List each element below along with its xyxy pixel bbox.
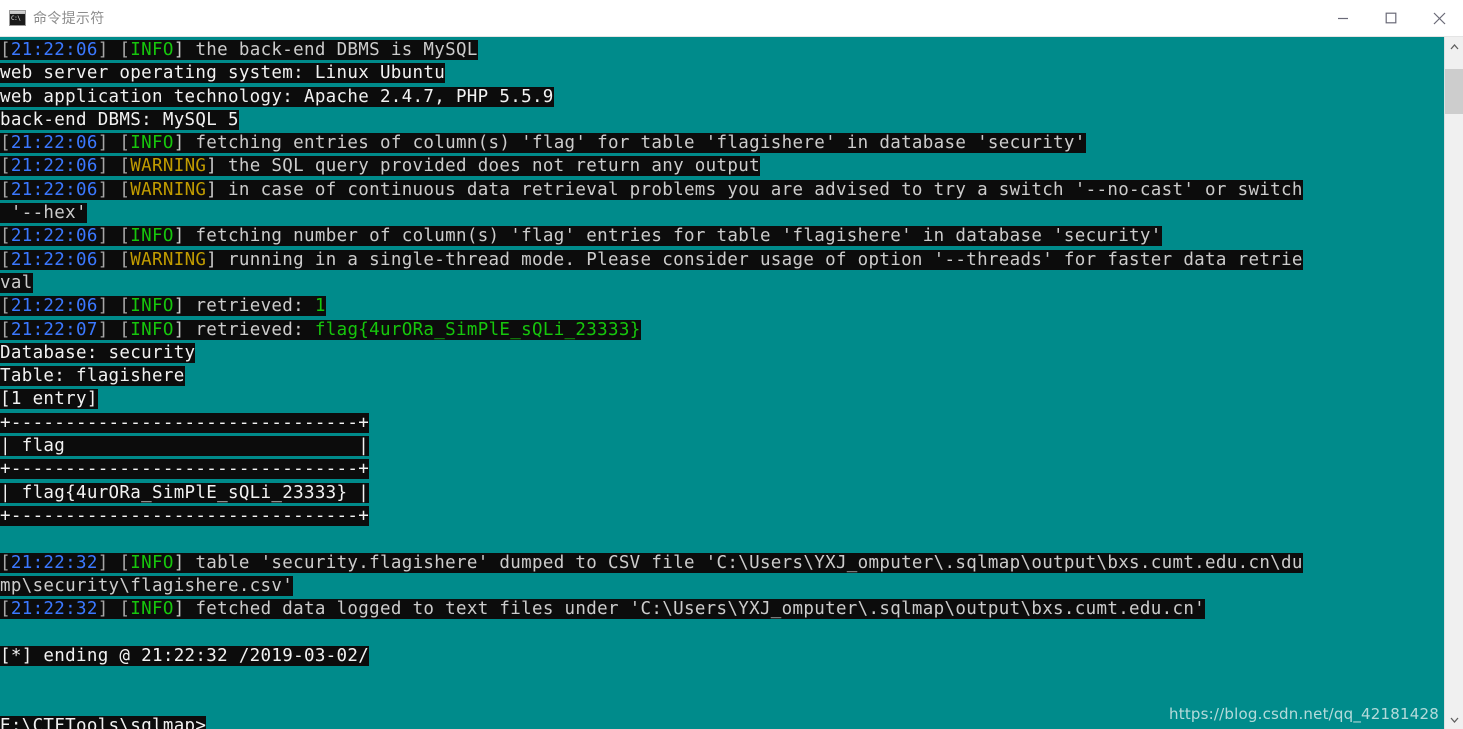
console-line: '--hex' bbox=[0, 202, 1444, 225]
console-line: [21:22:32] [INFO] table 'security.flagis… bbox=[0, 552, 1444, 575]
console-line-text: [21:22:06] [WARNING] the SQL query provi… bbox=[0, 156, 760, 177]
window-controls bbox=[1319, 0, 1463, 37]
console-line-text: +--------------------------------+ bbox=[0, 505, 370, 526]
console-line: [21:22:06] [INFO] fetching entries of co… bbox=[0, 132, 1444, 155]
console-line-text: | flag | bbox=[0, 436, 370, 457]
console-line-text: [21:22:06] [WARNING] running in a single… bbox=[0, 249, 1303, 270]
console-line-text: [21:22:06] [INFO] the back-end DBMS is M… bbox=[0, 40, 478, 60]
console-line-text: E:\CTFTools\sqlmap> bbox=[0, 715, 207, 729]
console-line: [1 entry] bbox=[0, 388, 1444, 411]
console-line-text: [*] ending @ 21:22:32 /2019-03-02/ bbox=[0, 645, 370, 666]
console-line: [21:22:06] [WARNING] running in a single… bbox=[0, 249, 1444, 272]
maximize-button[interactable] bbox=[1367, 0, 1415, 37]
window-title: 命令提示符 bbox=[33, 11, 105, 27]
console-line: [21:22:06] [WARNING] the SQL query provi… bbox=[0, 155, 1444, 178]
console-line-text: +--------------------------------+ bbox=[0, 459, 370, 480]
console-line-text: [1 entry] bbox=[0, 389, 98, 410]
console-line-text: val bbox=[0, 272, 33, 293]
console-scrollbar[interactable] bbox=[1444, 37, 1463, 729]
console-line: [21:22:07] [INFO] retrieved: flag{4urORa… bbox=[0, 319, 1444, 342]
scroll-down-arrow[interactable] bbox=[1445, 710, 1463, 729]
console-line: | flag{4urORa_SimPlE_sQLi_23333} | bbox=[0, 482, 1444, 505]
close-icon bbox=[1433, 12, 1445, 24]
watermark: https://blog.csdn.net/qq_42181428 bbox=[1169, 705, 1439, 723]
scroll-thumb[interactable] bbox=[1445, 69, 1463, 114]
console-line: Database: security bbox=[0, 342, 1444, 365]
console-line-text: [21:22:06] [INFO] fetching number of col… bbox=[0, 226, 1162, 247]
console-line-text: [21:22:07] [INFO] retrieved: flag{4urORa… bbox=[0, 319, 641, 340]
console-line: mp\security\flagishere.csv' bbox=[0, 575, 1444, 598]
console-line-text: Database: security bbox=[0, 342, 196, 363]
console-line-text: [21:22:06] [WARNING] in case of continuo… bbox=[0, 179, 1303, 200]
chevron-up-icon bbox=[1450, 43, 1458, 49]
console-line: [21:22:06] [INFO] retrieved: 1 bbox=[0, 295, 1444, 318]
close-button[interactable] bbox=[1415, 0, 1463, 37]
console-line-text: back-end DBMS: MySQL 5 bbox=[0, 109, 239, 130]
console-line: [21:22:06] [WARNING] in case of continuo… bbox=[0, 179, 1444, 202]
console-line: +--------------------------------+ bbox=[0, 412, 1444, 435]
maximize-icon bbox=[1385, 12, 1397, 24]
scroll-up-arrow[interactable] bbox=[1445, 37, 1463, 56]
console-line-text: +--------------------------------+ bbox=[0, 412, 370, 433]
console-line-text: [21:22:06] [INFO] retrieved: 1 bbox=[0, 296, 326, 317]
minimize-icon bbox=[1338, 17, 1348, 20]
console-line-text: web application technology: Apache 2.4.7… bbox=[0, 86, 554, 107]
console-line-text: mp\security\flagishere.csv' bbox=[0, 575, 294, 596]
console-line-text: web server operating system: Linux Ubunt… bbox=[0, 63, 446, 84]
console-line: back-end DBMS: MySQL 5 bbox=[0, 109, 1444, 132]
cmd-icon bbox=[9, 10, 26, 26]
console-line: [21:22:06] [INFO] the back-end DBMS is M… bbox=[0, 39, 1444, 62]
console-line-text: [21:22:32] [INFO] fetched data logged to… bbox=[0, 599, 1206, 620]
console-line: val bbox=[0, 272, 1444, 295]
console-line: web server operating system: Linux Ubunt… bbox=[0, 62, 1444, 85]
console-line: [21:22:32] [INFO] fetched data logged to… bbox=[0, 598, 1444, 621]
console-line-text: [21:22:32] [INFO] table 'security.flagis… bbox=[0, 552, 1303, 573]
console-line-text: Table: flagishere bbox=[0, 366, 185, 387]
minimize-button[interactable] bbox=[1319, 0, 1367, 37]
console-line: [21:22:06] [INFO] fetching number of col… bbox=[0, 225, 1444, 248]
console-line: | flag | bbox=[0, 435, 1444, 458]
console-line: +--------------------------------+ bbox=[0, 458, 1444, 481]
chevron-down-icon bbox=[1450, 717, 1458, 723]
console-line-text: | flag{4urORa_SimPlE_sQLi_23333} | bbox=[0, 482, 370, 503]
console-line: +--------------------------------+ bbox=[0, 505, 1444, 528]
console-line: [*] ending @ 21:22:32 /2019-03-02/ bbox=[0, 645, 1444, 668]
console-line: Table: flagishere bbox=[0, 365, 1444, 388]
console-line: web application technology: Apache 2.4.7… bbox=[0, 86, 1444, 109]
console-lines: [21:22:06] [INFO] the back-end DBMS is M… bbox=[0, 39, 1444, 729]
title-bar[interactable]: 命令提示符 bbox=[0, 0, 1463, 37]
console-output-area[interactable]: [21:22:06] [INFO] the back-end DBMS is M… bbox=[0, 37, 1444, 729]
console-line-text: '--hex' bbox=[0, 203, 87, 224]
command-prompt-window: 命令提示符 [21:22:06] [INFO] the bac bbox=[0, 0, 1463, 729]
console-line-text: [21:22:06] [INFO] fetching entries of co… bbox=[0, 133, 1086, 154]
title-bar-left: 命令提示符 bbox=[0, 8, 1319, 28]
